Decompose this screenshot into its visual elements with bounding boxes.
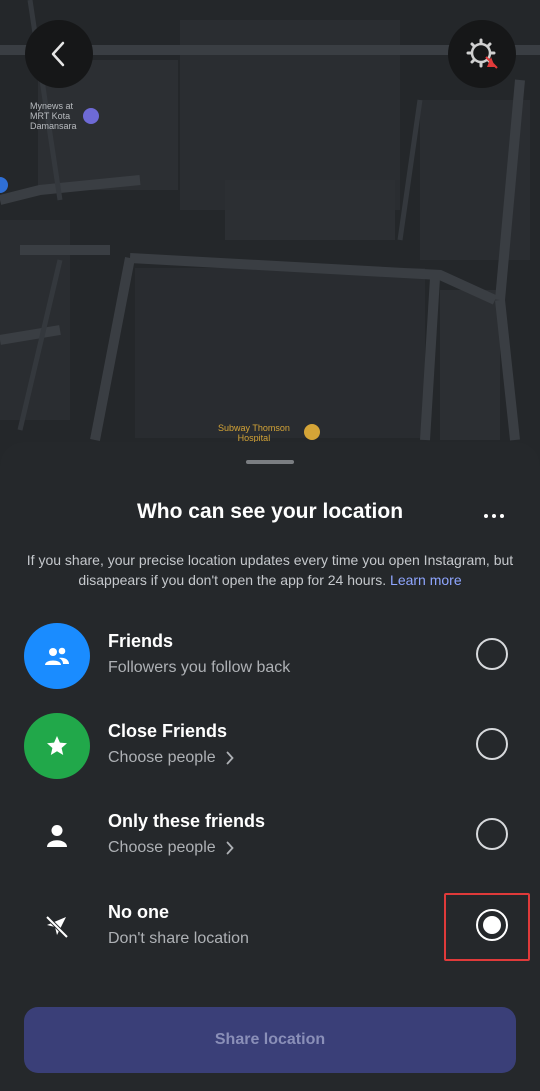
map-label-subway: Subway Thomson Hospital	[218, 423, 290, 443]
star-icon	[47, 736, 67, 755]
option-subtitle-text: Choose people	[108, 839, 216, 856]
location-off-icon	[45, 915, 69, 939]
people-icon	[45, 647, 69, 665]
option-friends[interactable]: Friends Followers you follow back	[0, 623, 540, 703]
option-subtitle: Followers you follow back	[108, 659, 290, 677]
option-subtitle-text: Choose people	[108, 749, 216, 766]
selection-highlight	[444, 893, 530, 961]
radio-friends[interactable]	[476, 638, 508, 670]
sheet-title: Who can see your location	[136, 500, 404, 523]
option-title: Friends	[108, 631, 174, 651]
dot-icon	[492, 514, 496, 518]
option-only-these-friends[interactable]: Only these friends Choose people	[0, 803, 540, 883]
person-icon	[47, 825, 67, 847]
chevron-right-icon	[226, 751, 234, 765]
learn-more-link[interactable]: Learn more	[390, 572, 462, 588]
radio-only-these-friends[interactable]	[476, 818, 508, 850]
location-settings-button[interactable]	[448, 20, 516, 88]
no-one-icon-circle	[24, 894, 90, 960]
chevron-right-icon	[226, 841, 234, 855]
option-title: Only these friends	[108, 811, 266, 831]
option-subtitle[interactable]: Choose people	[108, 839, 234, 857]
option-subtitle-text: Followers you follow back	[108, 659, 291, 676]
shop-icon	[83, 108, 99, 124]
option-subtitle-text: Don't share location	[108, 930, 249, 947]
sheet-description: If you share, your precise location upda…	[24, 550, 516, 590]
close-friends-icon-circle	[24, 713, 90, 779]
map-label-mynews: Mynews at MRT Kota Damansara	[30, 101, 77, 131]
option-subtitle[interactable]: Choose people	[108, 749, 234, 767]
dot-icon	[500, 514, 504, 518]
share-location-button[interactable]: Share location	[24, 1007, 516, 1073]
radio-close-friends[interactable]	[476, 728, 508, 760]
more-options-button[interactable]	[484, 514, 504, 518]
location-sharing-sheet: Who can see your location If you share, …	[0, 442, 540, 1091]
only-these-friends-icon-circle	[24, 803, 90, 869]
chevron-left-icon	[51, 41, 65, 67]
dot-icon	[484, 514, 488, 518]
restaurant-icon	[304, 424, 320, 440]
option-title: No one	[108, 902, 169, 922]
gear-location-off-icon	[466, 38, 498, 69]
option-close-friends[interactable]: Close Friends Choose people	[0, 713, 540, 793]
back-button[interactable]	[25, 20, 93, 88]
option-subtitle: Don't share location	[108, 930, 249, 948]
sheet-drag-handle[interactable]	[246, 460, 294, 464]
friends-icon-circle	[24, 623, 90, 689]
option-title: Close Friends	[108, 721, 228, 741]
